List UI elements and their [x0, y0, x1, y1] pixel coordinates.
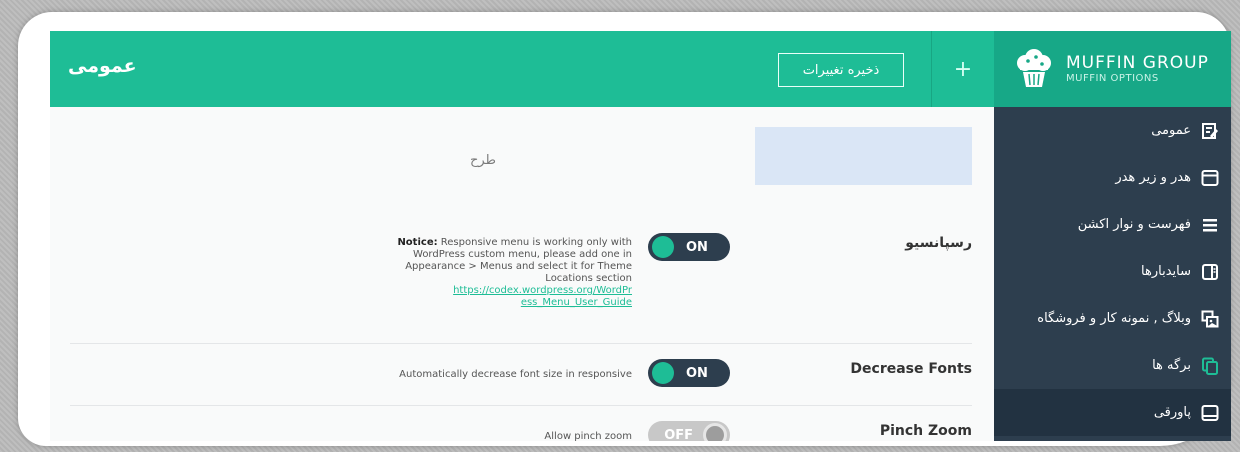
decrease-fonts-label: Decrease Fonts: [850, 361, 972, 377]
brand-subtitle: MUFFIN OPTIONS: [1066, 72, 1159, 84]
decrease-fonts-description: Automatically decrease font size in resp…: [399, 369, 632, 380]
sidebar-item-header[interactable]: هدر و زیر هدر: [994, 154, 1231, 201]
toggle-knob: [652, 236, 674, 258]
sidebar-nav: عمومی هدر و زیر هدر فهرست و نوار اکشن سا…: [994, 107, 1231, 441]
save-changes-button[interactable]: ذخیره تغییرات: [778, 53, 904, 87]
row-divider: [70, 343, 972, 344]
muffin-options-panel: عمومی ذخیره تغییرات + MUFFIN GROUP MUFFI…: [50, 31, 1231, 441]
window-icon: [1199, 167, 1221, 189]
section-title: طرح: [470, 153, 496, 168]
decrease-fonts-toggle[interactable]: ON: [648, 359, 730, 387]
sidebar-item-footer[interactable]: پاورقی: [994, 389, 1231, 436]
toggle-knob: [703, 423, 727, 441]
options-header: عمومی ذخیره تغییرات + MUFFIN GROUP MUFFI…: [50, 31, 1231, 107]
toggle-knob: [652, 362, 674, 384]
pinch-zoom-description: Allow pinch zoom: [544, 431, 632, 441]
edit-note-icon: [1199, 120, 1221, 142]
pinch-zoom-label: Pinch Zoom: [879, 423, 972, 439]
sidebar-icon: [1199, 261, 1221, 283]
sidebar-item-general[interactable]: عمومی: [994, 107, 1231, 154]
add-button[interactable]: +: [932, 31, 994, 107]
muffin-logo-icon: [1017, 49, 1051, 87]
responsive-notice: Notice: Responsive menu is working only …: [390, 237, 632, 309]
responsive-label: رسپانسیو: [905, 235, 972, 251]
pages-icon: [1199, 355, 1221, 377]
brand-name: MUFFIN GROUP: [1066, 52, 1209, 73]
layout-preview: [755, 127, 972, 185]
row-divider: [70, 405, 972, 406]
wordpress-menu-guide-link[interactable]: https://codex.wordpress.org/WordPress_Me…: [452, 285, 632, 309]
sidebar-item-blog-portfolio-shop[interactable]: وبلاگ , نمونه کار و فروشگاه: [994, 295, 1231, 342]
options-content: طرح رسپانسیو ON Notice: Responsive menu …: [50, 107, 994, 441]
brand-logo: MUFFIN GROUP MUFFIN OPTIONS: [994, 31, 1231, 107]
footer-icon: [1199, 402, 1221, 424]
sidebar-item-sidebars[interactable]: سایدبارها: [994, 248, 1231, 295]
gallery-icon: [1199, 308, 1221, 330]
notice-text: Responsive menu is working only with Wor…: [405, 237, 632, 284]
page-title: عمومی: [68, 55, 137, 77]
sidebar-item-menu[interactable]: فهرست و نوار اکشن: [994, 201, 1231, 248]
notice-label: Notice:: [397, 237, 438, 248]
pinch-zoom-toggle[interactable]: OFF: [648, 421, 730, 441]
menu-icon: [1199, 214, 1221, 236]
responsive-toggle[interactable]: ON: [648, 233, 730, 261]
sidebar-item-pages[interactable]: برگه ها: [994, 342, 1231, 389]
